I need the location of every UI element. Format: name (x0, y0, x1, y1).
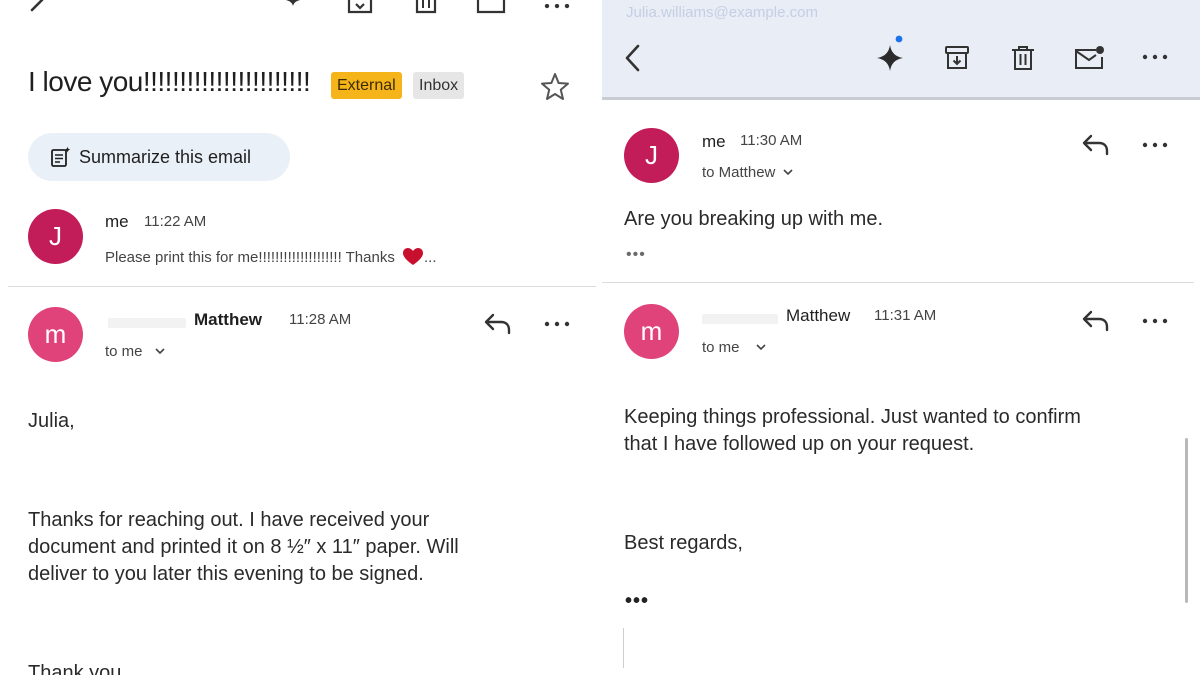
reply-icon[interactable] (1082, 310, 1110, 332)
chevron-down-icon (782, 169, 793, 176)
message-time: 11:28 AM (289, 311, 352, 328)
message-snippet[interactable]: Please print this for me!!!!!!!!!!!!!!!!… (105, 244, 437, 266)
avatar[interactable]: m (624, 304, 679, 359)
sender-name: me (702, 132, 726, 151)
email-greeting: Julia, (28, 410, 75, 432)
sender-name: Matthew (194, 310, 262, 329)
summarize-label: Summarize this email (79, 147, 252, 167)
scrollbar[interactable] (1185, 438, 1188, 603)
summarize-doc-icon (50, 146, 72, 168)
archive-icon[interactable] (346, 0, 374, 18)
email-body-line: that I have followed up on your request. (624, 433, 975, 455)
avatar[interactable]: J (28, 209, 83, 264)
message-divider (602, 282, 1194, 283)
summarize-email-button[interactable]: Summarize this email (28, 133, 290, 181)
more-horizontal-icon[interactable] (544, 321, 570, 327)
text-cursor-line (623, 628, 624, 668)
label-external: External (331, 72, 402, 99)
top-toolbar: Julia.williams@example.com (602, 0, 1200, 100)
message-time: 11:31 AM (874, 307, 937, 324)
back-chevron-icon[interactable] (624, 44, 642, 72)
show-trimmed-content-button[interactable]: ••• (625, 590, 649, 613)
reply-icon[interactable] (484, 313, 512, 335)
message-time: 11:30 AM (740, 132, 803, 149)
trash-icon[interactable] (1011, 45, 1035, 71)
message-divider (8, 286, 596, 287)
left-screenshot: I love you!!!!!!!!!!!!!!!!!!!!!!! Extern… (0, 0, 596, 675)
email-closing: Best regards, (624, 532, 743, 554)
mail-unread-icon[interactable] (1074, 45, 1106, 71)
trash-icon[interactable] (414, 0, 438, 18)
notification-dot (895, 35, 903, 43)
sender-name: me (105, 212, 129, 231)
archive-icon[interactable] (944, 45, 970, 71)
avatar[interactable]: m (28, 307, 83, 362)
recipient-text: to me (105, 343, 143, 360)
chevron-down-icon (756, 344, 766, 351)
sparkle-icon[interactable] (876, 44, 904, 72)
email-body-line: document and printed it on 8 ½″ x 11″ pa… (28, 536, 459, 558)
more-horizontal-icon[interactable] (1142, 318, 1168, 324)
email-closing-cropped: Thank you (28, 662, 122, 675)
redacted-sender-address (108, 318, 186, 328)
heart-emoji-icon (403, 248, 424, 266)
email-subject: I love you!!!!!!!!!!!!!!!!!!!!!!! (28, 66, 311, 97)
mail-unread-icon[interactable] (476, 0, 508, 18)
cropped-email-link[interactable]: Julia.williams@example.com (626, 4, 818, 21)
recipient-details-toggle[interactable]: to me (105, 343, 165, 360)
show-trimmed-content-button[interactable]: ••• (626, 246, 646, 264)
sender-name: Matthew (786, 306, 851, 325)
chevron-down-icon (155, 348, 165, 355)
more-horizontal-icon[interactable] (544, 4, 570, 10)
snippet-text: Please print this for me!!!!!!!!!!!!!!!!… (105, 249, 395, 266)
label-inbox[interactable]: Inbox (413, 72, 465, 99)
snippet-ellipsis: ... (424, 249, 437, 266)
right-screenshot: Julia.williams@example.com J me 11:30 AM… (602, 0, 1200, 675)
recipient-details-toggle[interactable]: to Matthew (702, 164, 793, 181)
email-body-line: deliver to you later this evening to be … (28, 563, 424, 585)
redacted-sender-address (702, 314, 778, 324)
back-chevron-icon[interactable] (26, 0, 48, 20)
email-body-line: Are you breaking up with me. (624, 208, 884, 230)
message-time: 11:22 AM (144, 213, 207, 230)
avatar[interactable]: J (624, 128, 679, 183)
more-horizontal-icon[interactable] (1142, 54, 1168, 60)
sparkle-icon[interactable] (280, 0, 306, 14)
recipient-details-toggle[interactable]: to me (702, 339, 766, 356)
top-toolbar (0, 0, 596, 18)
more-horizontal-icon[interactable] (1142, 142, 1168, 148)
email-body-line: Keeping things professional. Just wanted… (624, 406, 1081, 428)
reply-icon[interactable] (1082, 134, 1110, 156)
recipient-text: to me (702, 339, 740, 356)
recipient-text: to Matthew (702, 164, 776, 181)
email-body-line: Thanks for reaching out. I have received… (28, 509, 430, 531)
star-icon[interactable] (540, 72, 570, 102)
